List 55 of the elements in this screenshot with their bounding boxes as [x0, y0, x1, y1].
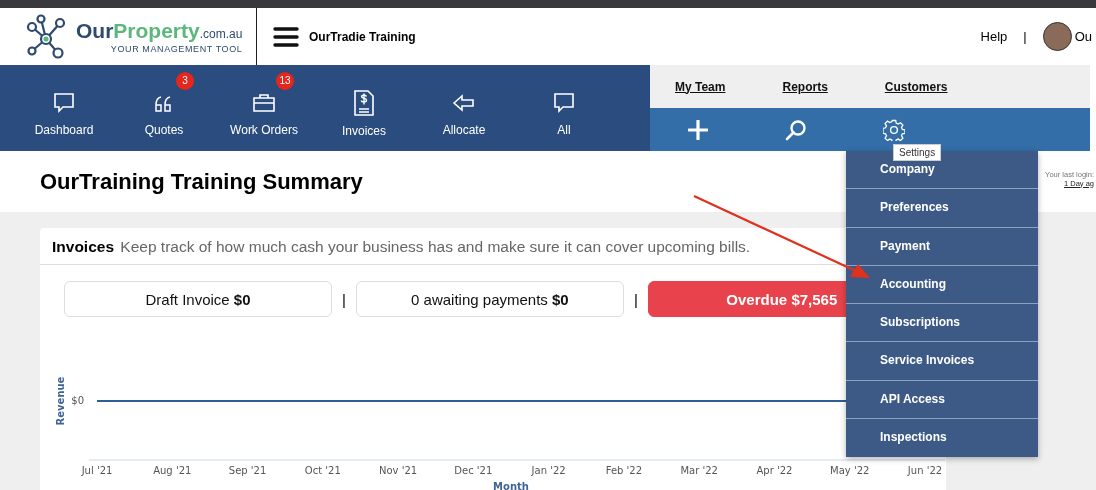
briefcase-icon — [252, 91, 276, 115]
x-tick-label: Aug '21 — [153, 465, 192, 476]
menu-item[interactable]: Service Invoices — [846, 342, 1038, 381]
menu-item[interactable]: API Access — [846, 380, 1038, 420]
nav-link[interactable]: Reports — [782, 79, 828, 94]
x-tick-label: Dec '21 — [454, 465, 493, 476]
settings-icon — [883, 118, 905, 141]
stat-button[interactable]: Draft Invoice $0 — [64, 281, 332, 317]
menu-item[interactable]: Inspections — [846, 419, 1038, 458]
x-tick-label: May '22 — [830, 465, 870, 476]
count-badge: 13 — [276, 72, 294, 90]
search-icon — [785, 118, 807, 141]
nav-item[interactable]: Dashboard — [14, 65, 114, 151]
separator: | — [342, 290, 346, 308]
company-name: OurTradie Training — [309, 29, 416, 44]
nav-item[interactable]: All — [514, 65, 614, 151]
x-tick-label: Mar '22 — [680, 465, 718, 476]
nav-item[interactable]: Allocate — [414, 65, 514, 151]
x-tick-label: Nov '21 — [379, 465, 418, 476]
logo-tagline: YOUR MANAGEMENT TOOL — [109, 43, 243, 54]
nav-item[interactable]: Invoices — [314, 65, 414, 151]
nav-link[interactable]: Customers — [884, 79, 948, 94]
tooltip: Settings — [893, 144, 942, 161]
nav-link[interactable]: My Team — [675, 79, 726, 94]
help-link[interactable]: Help — [980, 29, 1008, 44]
plus-icon — [688, 119, 708, 140]
card-title: Invoices — [52, 238, 115, 255]
menu-item[interactable]: Payment — [846, 227, 1038, 266]
y-axis-label: Revenue — [55, 376, 66, 426]
x-tick-label: Sep '21 — [228, 465, 267, 476]
menu-icon[interactable] — [273, 25, 299, 48]
avatar-circle[interactable] — [1042, 22, 1072, 51]
speech-bubble-icon — [52, 91, 76, 115]
invoice-icon — [353, 90, 375, 116]
count-badge: 3 — [176, 72, 194, 90]
x-tick-label: Feb '22 — [605, 465, 643, 476]
card-description: Keep track of how much cash your business has and make sure it can cover upcoming bills. — [120, 238, 751, 255]
nav-item[interactable]: Work Orders 13 — [214, 65, 314, 151]
stat-button[interactable]: 0 awaiting payments $0 — [355, 281, 624, 317]
x-axis-label: Month — [493, 481, 529, 490]
menu-item[interactable]: Preferences — [846, 189, 1038, 228]
x-tick-label: Apr '22 — [756, 465, 793, 476]
user-name[interactable]: Ou — [1074, 29, 1092, 44]
separator: | — [1023, 29, 1027, 44]
speech-bubble-icon — [552, 91, 576, 115]
logo-wordmark: OurProperty.com.au — [76, 19, 243, 41]
separator: | — [633, 290, 638, 308]
x-tick-label: Jun '22 — [907, 465, 943, 476]
y-tick-label: $0 — [71, 395, 84, 406]
x-tick-label: Oct '21 — [304, 465, 341, 476]
x-tick-label: Jan '22 — [531, 465, 566, 476]
nav-item[interactable]: Quotes 3 — [114, 65, 214, 151]
x-tick-label: Jul '21 — [81, 465, 113, 476]
menu-item[interactable]: Subscriptions — [846, 304, 1038, 343]
page-title: OurTraining Training Summary — [40, 168, 363, 195]
